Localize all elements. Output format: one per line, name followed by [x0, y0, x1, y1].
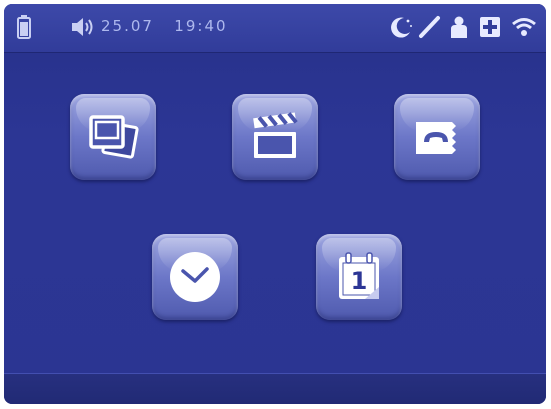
- wifi-icon[interactable]: [510, 16, 538, 38]
- status-bar: 25.07 19:40: [4, 4, 546, 53]
- speaker-icon: [70, 16, 96, 38]
- status-time: 19:40: [174, 17, 228, 35]
- device: 25.07 19:40 1: [0, 0, 551, 409]
- clock-icon: [170, 252, 220, 302]
- calendar-day: 1: [351, 267, 368, 295]
- phone-icon: [416, 122, 456, 154]
- status-datetime: 25.07 19:40: [101, 17, 228, 35]
- screen: 25.07 19:40 1: [4, 4, 546, 404]
- person-icon[interactable]: [448, 14, 470, 40]
- pen-icon[interactable]: [417, 14, 443, 40]
- photo-album-button[interactable]: [70, 94, 156, 180]
- photo-album-icon: [89, 115, 139, 159]
- intercom-phone-button[interactable]: [394, 94, 480, 180]
- video-button[interactable]: [232, 94, 318, 180]
- clock-button[interactable]: [152, 234, 238, 320]
- calendar-icon: 1: [339, 252, 379, 299]
- plus-icon[interactable]: [478, 15, 502, 39]
- status-date: 25.07: [101, 17, 154, 35]
- clapperboard-icon: [253, 112, 298, 158]
- night-mode-icon[interactable]: [388, 14, 414, 40]
- battery-icon: [16, 14, 32, 40]
- calendar-button[interactable]: 1: [316, 234, 402, 320]
- bottom-bar: [4, 373, 546, 404]
